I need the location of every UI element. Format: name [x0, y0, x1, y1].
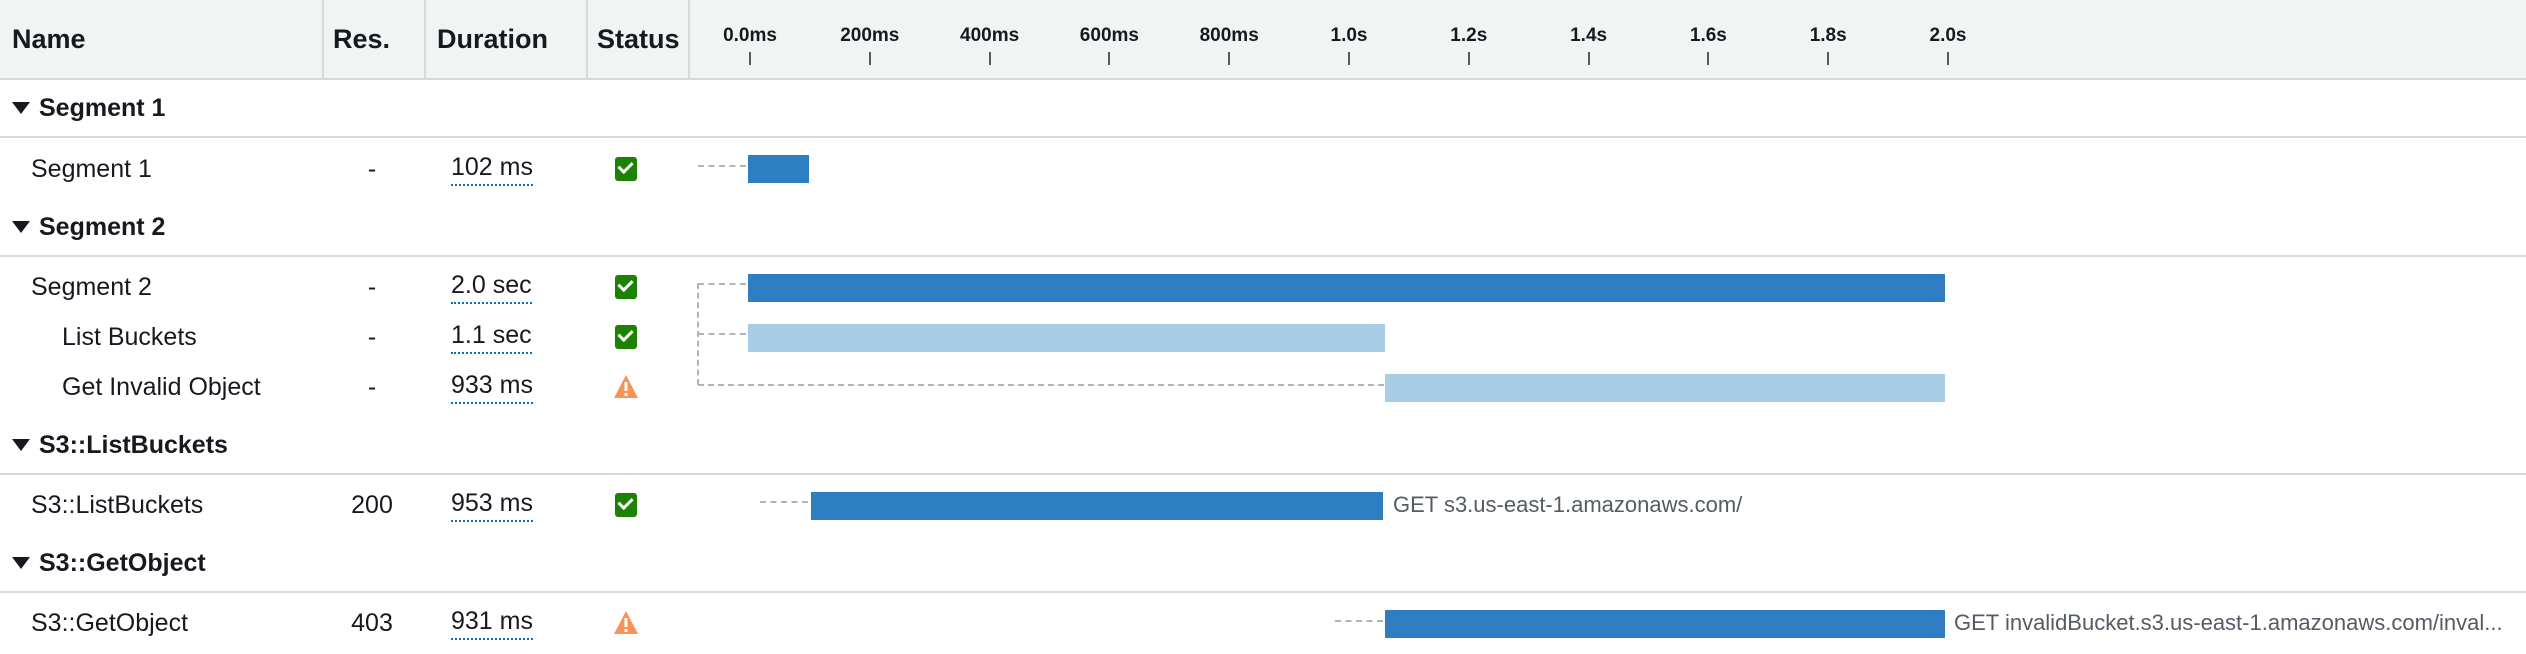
- row-response: -: [367, 372, 377, 401]
- timeline-connector: [1335, 620, 1383, 622]
- row-name: List Buckets: [62, 322, 197, 351]
- segment-bar[interactable]: [748, 274, 1945, 302]
- status-ok-icon[interactable]: [614, 480, 638, 530]
- trace-table-header: Name Res. Duration Status 0.0ms 200ms 400m…: [0, 0, 2526, 80]
- timeline-tick-mark: [1348, 52, 1350, 65]
- table-row[interactable]: Segment 1 - 102 ms: [0, 144, 2526, 194]
- timeline-tick-mark: [988, 52, 991, 65]
- row-duration[interactable]: 102 ms: [451, 144, 533, 194]
- timeline-connector: [698, 384, 1384, 386]
- column-header-status[interactable]: Status: [597, 0, 680, 78]
- table-row[interactable]: List Buckets - 1.1 sec: [0, 312, 2526, 362]
- request-url: GET invalidBucket.s3.us-east-1.amazonaws…: [1954, 610, 2503, 635]
- row-response: 200: [351, 490, 393, 519]
- row-name: Segment 2: [31, 272, 152, 301]
- timeline-tick-label: 800ms: [1199, 25, 1259, 46]
- table-row[interactable]: Segment 2 - 2.0 sec: [0, 262, 2526, 312]
- column-divider[interactable]: [424, 0, 426, 78]
- row-duration[interactable]: 931 ms: [451, 598, 533, 648]
- column-header-name[interactable]: Name: [12, 0, 86, 78]
- caret-down-icon[interactable]: [12, 557, 30, 569]
- status-ok-icon[interactable]: [614, 144, 638, 194]
- segment-bar[interactable]: [811, 492, 1383, 520]
- row-duration[interactable]: 953 ms: [451, 480, 533, 530]
- caret-down-icon[interactable]: [12, 221, 30, 233]
- timeline-connector: [698, 283, 746, 285]
- segment-bar[interactable]: [748, 155, 809, 183]
- timeline-tick-label: 1.6s: [1689, 25, 1727, 46]
- row-name: S3::ListBuckets: [31, 490, 204, 519]
- timeline-tick-label: 400ms: [960, 25, 1020, 46]
- timeline-tick-mark: [1108, 52, 1111, 65]
- column-header-duration[interactable]: Duration: [437, 0, 548, 78]
- table-row[interactable]: S3::ListBuckets 200 953 ms GET s3.us-eas…: [0, 480, 2526, 530]
- row-duration[interactable]: 933 ms: [451, 362, 533, 412]
- column-divider[interactable]: [688, 0, 690, 78]
- timeline-tick-label: 200ms: [840, 25, 900, 46]
- status-ok-icon[interactable]: [614, 262, 638, 312]
- table-row[interactable]: S3::GetObject 403 931 ms GET invalidBuck…: [0, 598, 2526, 648]
- column-divider[interactable]: [322, 0, 324, 78]
- timeline-tick-mark: [1467, 52, 1470, 65]
- row-response: 403: [351, 608, 393, 637]
- timeline-tick-label: 600ms: [1079, 25, 1139, 46]
- timeline-tick-mark: [1947, 52, 1949, 65]
- timeline-tick-label: 0.0ms: [723, 25, 777, 46]
- segment-bar[interactable]: [1385, 610, 1945, 638]
- timeline-tick-mark: [749, 52, 751, 65]
- group-header-segment-1[interactable]: Segment 1: [0, 80, 2526, 138]
- status-ok-icon[interactable]: [614, 312, 638, 362]
- status-warning-icon[interactable]: [614, 598, 638, 648]
- timeline-tick-mark: [1228, 52, 1231, 65]
- timeline-tick-mark: [1827, 52, 1830, 65]
- group-header-segment-2[interactable]: Segment 2: [0, 199, 2526, 257]
- timeline-tick-mark: [1587, 52, 1590, 65]
- timeline-tick-label: 1.0s: [1330, 25, 1368, 46]
- row-name: S3::GetObject: [31, 608, 189, 637]
- subsegment-bar[interactable]: [748, 324, 1385, 352]
- timeline-tick-mark: [1707, 52, 1710, 65]
- timeline-connector: [760, 501, 808, 503]
- timeline-tick-label: 2.0s: [1929, 25, 1967, 46]
- caret-down-icon[interactable]: [12, 439, 30, 451]
- group-title: S3::ListBuckets: [39, 430, 228, 459]
- timeline-tick-mark: [868, 52, 871, 65]
- group-header-s3-listbuckets[interactable]: S3::ListBuckets: [0, 417, 2526, 475]
- timeline-tick-label: 1.4s: [1570, 25, 1608, 46]
- request-url: GET s3.us-east-1.amazonaws.com/: [1393, 492, 1743, 517]
- caret-down-icon[interactable]: [12, 102, 30, 114]
- row-duration[interactable]: 2.0 sec: [451, 262, 532, 312]
- row-response: -: [367, 322, 377, 351]
- row-response: -: [367, 154, 377, 183]
- timeline-tick-label: 1.2s: [1450, 25, 1488, 46]
- status-warning-icon[interactable]: [614, 362, 638, 412]
- column-divider[interactable]: [586, 0, 588, 78]
- group-header-s3-getobject[interactable]: S3::GetObject: [0, 535, 2526, 593]
- column-header-res[interactable]: Res.: [333, 0, 390, 78]
- group-title: S3::GetObject: [39, 548, 206, 577]
- group-title: Segment 1: [39, 93, 166, 122]
- row-name: Segment 1: [31, 154, 152, 183]
- group-title: Segment 2: [39, 212, 166, 241]
- timeline-tick-label: 1.8s: [1809, 25, 1847, 46]
- timeline-connector: [698, 165, 746, 167]
- timeline-connector: [698, 333, 746, 335]
- row-response: -: [367, 272, 377, 301]
- table-row[interactable]: Get Invalid Object - 933 ms: [0, 362, 2526, 412]
- row-duration[interactable]: 1.1 sec: [451, 312, 532, 362]
- subsegment-bar[interactable]: [1385, 374, 1945, 402]
- row-name: Get Invalid Object: [62, 372, 261, 401]
